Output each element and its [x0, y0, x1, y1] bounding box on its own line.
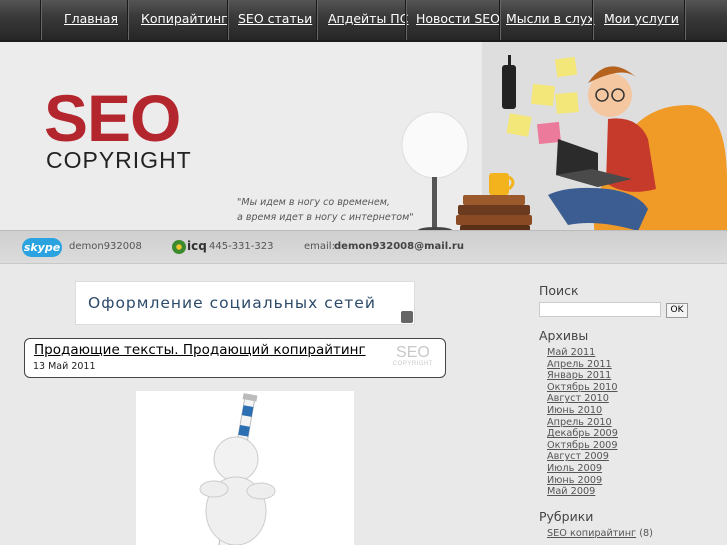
search-button[interactable]: OK — [666, 303, 688, 318]
email-address[interactable]: demon932008@mail.ru — [334, 241, 464, 252]
post-watermark-top: SEO — [396, 344, 430, 361]
site-tagline: "Мы идем в ногу со временем, а время иде… — [237, 195, 414, 225]
category-count: (8) — [639, 528, 653, 539]
ad-banner[interactable]: Оформление социальных сетей — [75, 281, 415, 325]
nav-separator — [316, 0, 318, 40]
figure-with-pen-icon — [199, 393, 276, 545]
post-header-card: Продающие тексты. Продающий копирайтинг … — [24, 338, 446, 378]
site-logo-copyright[interactable]: COPYRIGHT — [46, 149, 192, 172]
archive-link[interactable]: Апрель 2010 — [547, 417, 618, 429]
archives-list: Май 2011 Апрель 2011 Январь 2011 Октябрь… — [547, 347, 618, 498]
archive-link[interactable]: Июль 2009 — [547, 463, 618, 475]
books-icon — [456, 195, 532, 235]
nav-separator — [40, 0, 42, 40]
archive-link[interactable]: Октябрь 2010 — [547, 382, 618, 394]
icq-flower-icon — [172, 240, 186, 254]
archive-link[interactable]: Январь 2011 — [547, 370, 618, 382]
categories-heading: Рубрики — [539, 509, 594, 524]
ad-banner-text: Оформление социальных сетей — [88, 294, 376, 312]
nav-item-home[interactable]: Главная — [64, 11, 118, 26]
phone-icon — [502, 55, 516, 109]
ad-info-icon[interactable] — [401, 311, 413, 323]
post-date: 13 Май 2011 — [33, 361, 96, 372]
nav-separator — [592, 0, 594, 40]
post-watermark-logo: SEO COPYRIGHT — [392, 344, 433, 368]
mug-icon — [489, 173, 515, 195]
archive-link[interactable]: Апрель 2011 — [547, 359, 618, 371]
archive-link[interactable]: Август 2009 — [547, 451, 618, 463]
nav-item-my-services[interactable]: Мои услуги — [604, 11, 679, 26]
archive-link[interactable]: Октябрь 2009 — [547, 440, 618, 452]
category-item: SEO копирайтинг (8) — [547, 528, 653, 540]
sticky-notes-icon — [506, 56, 579, 145]
tagline-line-1: "Мы идем в ногу со временем, — [237, 197, 390, 208]
nav-separator — [227, 0, 229, 40]
contact-bar: skype demon932008 icq 445-331-323 email:… — [0, 230, 727, 264]
top-nav: Главная Копирайтинг SEO статьи Апдейты П… — [0, 0, 727, 42]
tagline-line-2: а время идет в ногу с интернетом" — [237, 212, 414, 223]
search-input[interactable] — [539, 302, 661, 317]
archives-heading: Архивы — [539, 328, 589, 343]
search-heading: Поиск — [539, 283, 579, 298]
nav-separator — [405, 0, 407, 40]
archive-link[interactable]: Декабрь 2009 — [547, 428, 618, 440]
nav-item-seo-articles[interactable]: SEO статьи — [238, 11, 312, 26]
archive-link[interactable]: Август 2010 — [547, 393, 618, 405]
nav-separator — [127, 0, 129, 40]
nav-item-copywriting[interactable]: Копирайтинг — [141, 11, 228, 26]
skype-username: demon932008 — [69, 241, 142, 252]
skype-icon: skype — [22, 238, 62, 257]
post-watermark-bottom: COPYRIGHT — [392, 361, 433, 367]
email-label: email: — [304, 241, 335, 252]
post-image — [136, 391, 354, 545]
icq-icon: icq — [187, 239, 207, 253]
nav-item-thoughts[interactable]: Мысли в слух — [506, 11, 595, 26]
archive-link[interactable]: Май 2009 — [547, 486, 618, 498]
category-link[interactable]: SEO копирайтинг — [547, 528, 636, 539]
archive-link[interactable]: Июнь 2009 — [547, 475, 618, 487]
icq-number: 445-331-323 — [209, 241, 274, 252]
archive-link[interactable]: Июнь 2010 — [547, 405, 618, 417]
site-logo-seo[interactable]: SEO — [44, 85, 181, 151]
nav-separator — [684, 0, 686, 40]
post-title-link[interactable]: Продающие тексты. Продающий копирайтинг — [34, 342, 366, 358]
archive-link[interactable]: Май 2011 — [547, 347, 618, 359]
nav-item-seo-news[interactable]: Новости SEO — [416, 11, 500, 26]
nav-item-search-updates[interactable]: Апдейты ПС — [328, 11, 408, 26]
nav-separator — [499, 0, 501, 40]
categories-list: SEO копирайтинг (8) — [547, 528, 653, 540]
